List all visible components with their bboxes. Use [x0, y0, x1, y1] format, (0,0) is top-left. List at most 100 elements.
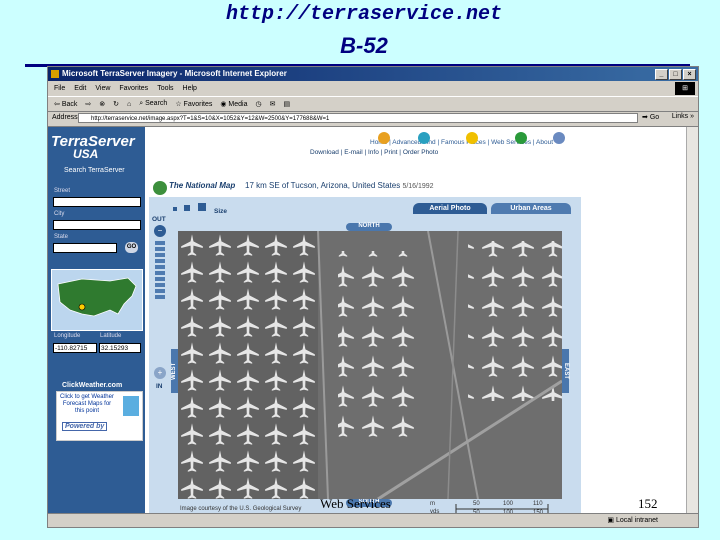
intranet-icon: ▣: [607, 517, 615, 524]
back-button[interactable]: ⇦ Back: [54, 100, 77, 108]
address-bar: Address http://terraservice.net/image.as…: [48, 111, 698, 127]
menu-edit[interactable]: Edit: [74, 85, 86, 92]
favorites-button[interactable]: ☆ Favorites: [175, 100, 212, 108]
longitude-input[interactable]: -110.82715: [53, 343, 97, 353]
zoom-level-9[interactable]: [155, 289, 165, 293]
famous-places-icon[interactable]: [466, 132, 478, 144]
zoom-level-7[interactable]: [155, 277, 165, 281]
aerial-image-graphic: [178, 231, 562, 499]
toolbar: ⇦ Back ⇨ ⊗ ↻ ⌂ ⌕ Search ☆ Favorites ◉ Me…: [48, 96, 698, 112]
link-info[interactable]: Info: [368, 149, 379, 156]
zoom-out-label: OUT: [152, 216, 166, 223]
forward-button[interactable]: ⇨: [85, 100, 91, 108]
zoom-out-button[interactable]: −: [154, 225, 166, 237]
terraserver-logo[interactable]: TerraServer USA: [51, 134, 135, 161]
size-large-button[interactable]: [198, 203, 206, 211]
map-header: The National Map 17 km SE of Tucson, Ari…: [149, 173, 581, 197]
document-links: Download | E-mail | Info | Print | Order…: [310, 149, 439, 156]
history-button[interactable]: ◷: [255, 100, 261, 108]
national-map-title: The National Map: [169, 181, 236, 190]
menu-view[interactable]: View: [95, 85, 110, 92]
web-services-icon[interactable]: [515, 132, 527, 144]
zoom-in-button[interactable]: +: [154, 367, 166, 379]
zoom-level-10[interactable]: [155, 295, 165, 299]
state-label: State: [54, 234, 69, 240]
zoom-level-5[interactable]: [155, 265, 165, 269]
menu-favorites[interactable]: Favorites: [119, 85, 148, 92]
link-download[interactable]: Download: [310, 149, 339, 156]
advanced-find-icon[interactable]: [418, 132, 430, 144]
street-input[interactable]: [53, 197, 141, 207]
clickweather-badge[interactable]: Click to get Weather Forecast Maps for t…: [56, 391, 143, 441]
pan-east-button[interactable]: EAST: [562, 349, 569, 393]
about-icon[interactable]: [553, 132, 565, 144]
menu-tools[interactable]: Tools: [157, 85, 173, 92]
zoom-level-1[interactable]: [155, 241, 165, 245]
refresh-button[interactable]: ↻: [113, 100, 119, 108]
print-button[interactable]: ▤: [283, 100, 290, 108]
stop-button[interactable]: ⊗: [99, 100, 105, 108]
search-title: Search TerraServer: [64, 167, 125, 174]
link-email[interactable]: E-mail: [344, 149, 362, 156]
maximize-button[interactable]: □: [669, 69, 682, 80]
close-button[interactable]: ×: [683, 69, 696, 80]
aerial-photo[interactable]: [178, 231, 562, 499]
link-print[interactable]: Print: [384, 149, 397, 156]
home-button[interactable]: ⌂: [127, 101, 131, 108]
minimize-button[interactable]: _: [655, 69, 668, 80]
search-button[interactable]: ⌕ Search: [139, 100, 167, 108]
go-button[interactable]: ➡ Go: [642, 113, 659, 121]
nav-about[interactable]: About: [536, 139, 553, 146]
refresh-icon: ↻: [113, 101, 120, 108]
clickweather-title[interactable]: ClickWeather.com: [62, 382, 122, 389]
home-icon[interactable]: [378, 132, 390, 144]
latitude-input[interactable]: 32.15293: [99, 343, 141, 353]
window-title: Microsoft TerraServer Imagery - Microsof…: [62, 69, 287, 78]
location-marker: [78, 303, 86, 311]
zoom-level-6[interactable]: [155, 271, 165, 275]
zoom-level-4[interactable]: [155, 259, 165, 263]
search-go-button[interactable]: GO: [125, 242, 138, 253]
street-label: Street: [54, 188, 71, 194]
tab-urban-areas[interactable]: Urban Areas: [491, 203, 571, 214]
browser-window: Microsoft TerraServer Imagery - Microsof…: [47, 66, 699, 528]
left-nav: TerraServer USA Search TerraServer Stree…: [48, 127, 145, 513]
scale-m-110: 110: [533, 501, 543, 507]
size-small-button[interactable]: [173, 207, 177, 211]
menu-help[interactable]: Help: [183, 85, 197, 92]
star-icon: ☆: [175, 101, 182, 108]
state-select[interactable]: [53, 243, 117, 253]
size-medium-button[interactable]: [184, 205, 190, 211]
mail-button[interactable]: ✉: [270, 100, 276, 108]
go-arrow-icon: ➡: [642, 114, 648, 121]
address-input[interactable]: http://terraservice.net/image.aspx?T=1&S…: [78, 113, 638, 123]
national-map-logo-icon: [153, 181, 167, 195]
menu-file[interactable]: File: [54, 85, 65, 92]
pan-west-button[interactable]: WEST: [171, 349, 178, 393]
us-locator-map[interactable]: [51, 269, 143, 331]
zoom-level-2[interactable]: [155, 247, 165, 251]
vertical-scrollbar[interactable]: [686, 127, 698, 513]
window-titlebar: Microsoft TerraServer Imagery - Microsof…: [48, 67, 698, 81]
status-bar: ▣ Local intranet: [48, 513, 698, 527]
history-icon: ◷: [255, 101, 262, 108]
link-order-photo[interactable]: Order Photo: [403, 149, 438, 156]
weather-icon: [123, 396, 139, 416]
tab-aerial-photo[interactable]: Aerial Photo: [413, 203, 487, 214]
media-button[interactable]: ◉ Media: [220, 100, 247, 108]
back-arrow-icon: ⇦: [54, 101, 60, 108]
zoom-in-label: IN: [156, 383, 163, 390]
links-button[interactable]: Links »: [672, 113, 694, 120]
forward-arrow-icon: ⇨: [85, 101, 92, 108]
zoom-level-3[interactable]: [155, 253, 165, 257]
media-icon: ◉: [220, 101, 227, 108]
city-input[interactable]: [53, 220, 141, 230]
clickweather-text: Click to get Weather Forecast Maps for t…: [60, 394, 114, 414]
slide-caption: Web Services: [320, 496, 391, 511]
scale-unit-m: m: [430, 501, 435, 507]
nav-famous-places[interactable]: Famous Places: [441, 139, 486, 146]
zoom-level-8[interactable]: [155, 283, 165, 287]
longitude-label: Longitude: [54, 333, 81, 339]
pan-north-button[interactable]: NORTH: [346, 223, 392, 231]
size-label: Size: [214, 208, 228, 215]
